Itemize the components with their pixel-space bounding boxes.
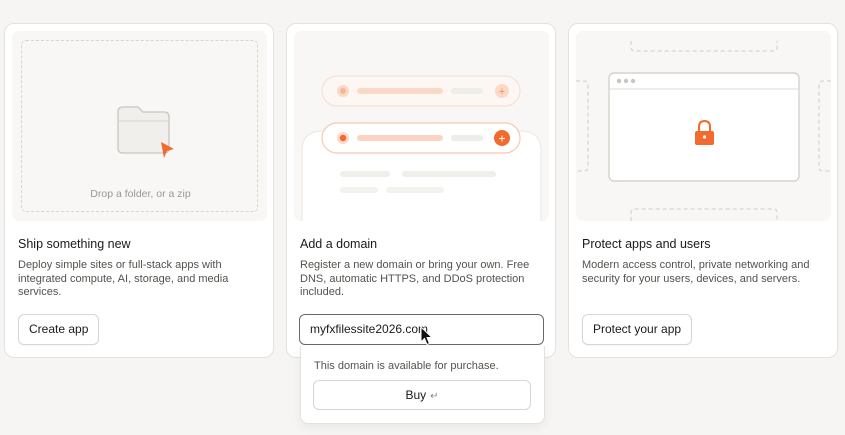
card-title: Ship something new [18, 237, 131, 251]
domain-availability-popover: This domain is available for purchase. B… [300, 346, 545, 424]
domain-list-graphic: + + [301, 75, 542, 221]
drop-text: Drop a folder, or a zip [90, 188, 191, 200]
upload-illustration: Drop a folder, or a zip [12, 31, 267, 221]
browser-lock-graphic [576, 41, 831, 221]
svg-text:+: + [499, 86, 505, 98]
card-title: Add a domain [300, 237, 378, 251]
folder-icon [117, 106, 174, 158]
card-ship-something-new: Drop a folder, or a zip Ship something n… [4, 23, 274, 358]
security-illustration [576, 31, 831, 221]
dropzone[interactable]: Drop a folder, or a zip [21, 40, 258, 212]
card-description: Register a new domain or bring your own.… [300, 259, 530, 298]
card-add-domain: + + Add a domain Register a new domain o… [286, 23, 556, 358]
card-title: Protect apps and users [582, 237, 711, 251]
card-description: Deploy simple sites or full-stack apps w… [18, 259, 229, 298]
create-app-button[interactable]: Create app [18, 314, 100, 345]
card-protect-apps: Protect apps and users Modern access con… [568, 23, 838, 358]
buy-button[interactable]: Buy ↵ [313, 380, 531, 410]
svg-text:+: + [498, 132, 505, 146]
domain-illustration: + + [294, 31, 549, 221]
protect-your-app-button[interactable]: Protect your app [582, 314, 693, 345]
buy-label: Buy [405, 388, 427, 402]
enter-key-icon: ↵ [430, 391, 439, 402]
card-description: Modern access control, private networkin… [582, 259, 810, 285]
mouse-pointer-icon [420, 326, 434, 346]
availability-text: This domain is available for purchase. [314, 360, 499, 372]
